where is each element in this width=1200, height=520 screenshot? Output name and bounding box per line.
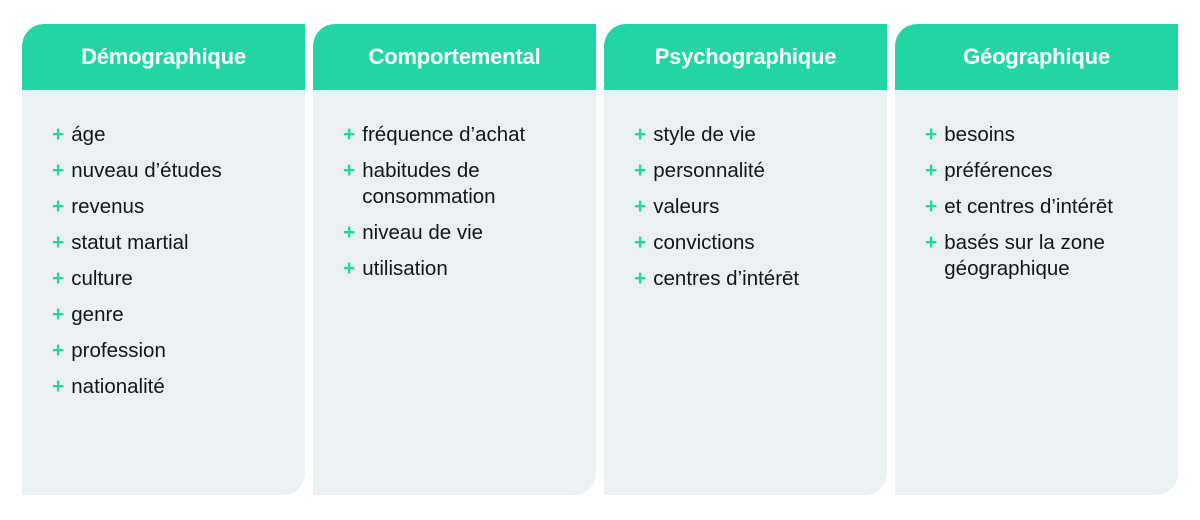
card-demographique: Démographique + áge + nuveau d’études + … xyxy=(22,24,305,495)
list-item-label: genre xyxy=(71,303,124,326)
plus-icon: + xyxy=(52,339,65,362)
list-item: + personnalité xyxy=(634,158,871,184)
list-item: + besoins xyxy=(925,122,1162,148)
list-item-label: basés sur la zone géographique xyxy=(944,231,1105,280)
plus-icon: + xyxy=(52,303,65,326)
card-comportemental: Comportemental + fréquence d’achat + hab… xyxy=(313,24,596,495)
plus-icon: + xyxy=(634,231,647,254)
list-item: + statut martial xyxy=(52,230,289,256)
list-item-label: statut martial xyxy=(71,231,189,254)
list-item-label: fréquence d’achat xyxy=(362,123,526,146)
feature-list-comportemental: + fréquence d’achat + habitudes de conso… xyxy=(343,122,580,282)
plus-icon: + xyxy=(343,123,356,146)
plus-icon: + xyxy=(925,123,938,146)
list-item: + revenus xyxy=(52,194,289,220)
card-header-demographique: Démographique xyxy=(22,24,305,90)
plus-icon: + xyxy=(52,123,65,146)
list-item: + centres d’intérēt xyxy=(634,266,871,292)
list-item: + valeurs xyxy=(634,194,871,220)
plus-icon: + xyxy=(634,195,647,218)
list-item-label: centres d’intérēt xyxy=(653,267,800,290)
card-body-demographique: + áge + nuveau d’études + revenus + stat… xyxy=(22,90,305,495)
plus-icon: + xyxy=(925,159,938,182)
card-title-comportemental: Comportemental xyxy=(368,43,541,69)
list-item: + habitudes de consommation xyxy=(343,158,580,210)
feature-list-psychographique: + style de vie + personnalité + valeurs … xyxy=(634,122,871,292)
plus-icon: + xyxy=(343,221,356,244)
plus-icon: + xyxy=(52,231,65,254)
list-item-label: personnalité xyxy=(653,159,765,182)
card-geographique: Géographique + besoins + préférences + e… xyxy=(895,24,1178,495)
plus-icon: + xyxy=(343,159,356,182)
list-item: + culture xyxy=(52,266,289,292)
plus-icon: + xyxy=(925,195,938,218)
list-item-label: et centres d’intérēt xyxy=(944,195,1113,218)
card-header-geographique: Géographique xyxy=(895,24,1178,90)
list-item-label: habitudes de consommation xyxy=(362,159,496,208)
list-item-label: revenus xyxy=(71,195,145,218)
list-item: + fréquence d’achat xyxy=(343,122,580,148)
list-item-label: valeurs xyxy=(653,195,720,218)
card-body-geographique: + besoins + préférences + et centres d’i… xyxy=(895,90,1178,495)
list-item-label: utilisation xyxy=(362,257,448,280)
list-item: + nuveau d’études xyxy=(52,158,289,184)
list-item: + nationalité xyxy=(52,374,289,400)
plus-icon: + xyxy=(52,195,65,218)
list-item-label: nuveau d’études xyxy=(71,159,222,182)
card-title-geographique: Géographique xyxy=(963,43,1110,69)
feature-list-demographique: + áge + nuveau d’études + revenus + stat… xyxy=(52,122,289,400)
list-item: + style de vie xyxy=(634,122,871,148)
plus-icon: + xyxy=(52,267,65,290)
list-item: + préférences xyxy=(925,158,1162,184)
list-item-label: áge xyxy=(71,123,106,146)
list-item: + genre xyxy=(52,302,289,328)
list-item-label: besoins xyxy=(944,123,1015,146)
list-item-label: convictions xyxy=(653,231,755,254)
segmentation-columns-board: Démographique + áge + nuveau d’études + … xyxy=(0,0,1200,520)
list-item-label: profession xyxy=(71,339,166,362)
list-item: + basés sur la zone géographique xyxy=(925,230,1162,282)
plus-icon: + xyxy=(343,257,356,280)
card-header-comportemental: Comportemental xyxy=(313,24,596,90)
list-item: + niveau de vie xyxy=(343,220,580,246)
list-item-label: préférences xyxy=(944,159,1053,182)
plus-icon: + xyxy=(52,375,65,398)
list-item: + profession xyxy=(52,338,289,364)
list-item-label: culture xyxy=(71,267,133,290)
plus-icon: + xyxy=(634,123,647,146)
plus-icon: + xyxy=(634,159,647,182)
list-item-label: style de vie xyxy=(653,123,756,146)
list-item: + et centres d’intérēt xyxy=(925,194,1162,220)
plus-icon: + xyxy=(52,159,65,182)
feature-list-geographique: + besoins + préférences + et centres d’i… xyxy=(925,122,1162,282)
card-title-psychographique: Psychographique xyxy=(654,43,837,69)
list-item: + convictions xyxy=(634,230,871,256)
card-psychographique: Psychographique + style de vie + personn… xyxy=(604,24,887,495)
card-body-psychographique: + style de vie + personnalité + valeurs … xyxy=(604,90,887,495)
card-body-comportemental: + fréquence d’achat + habitudes de conso… xyxy=(313,90,596,495)
plus-icon: + xyxy=(634,267,647,290)
card-header-psychographique: Psychographique xyxy=(604,24,887,90)
list-item: + áge xyxy=(52,122,289,148)
plus-icon: + xyxy=(925,231,938,254)
list-item: + utilisation xyxy=(343,256,580,282)
list-item-label: niveau de vie xyxy=(362,221,484,244)
card-title-demographique: Démographique xyxy=(81,43,246,69)
list-item-label: nationalité xyxy=(71,375,165,398)
